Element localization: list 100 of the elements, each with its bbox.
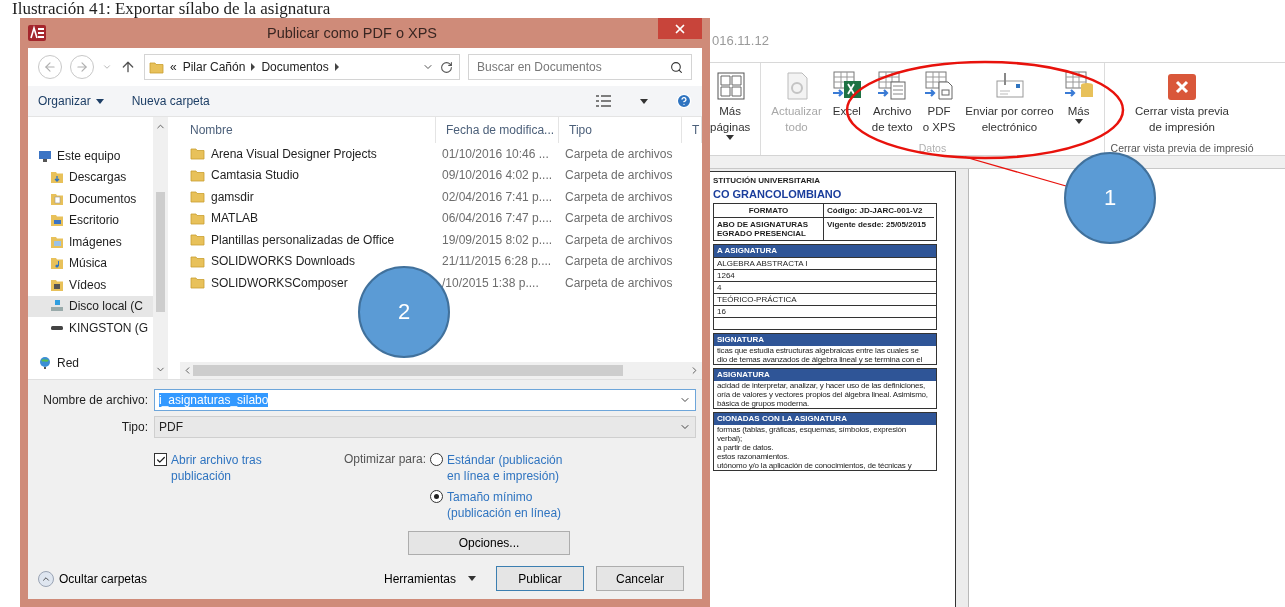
sidebar-item[interactable]: Documentos bbox=[28, 188, 153, 210]
scrollbar-thumb[interactable] bbox=[156, 192, 165, 312]
section-heading: SIGNATURA bbox=[714, 334, 936, 346]
table-cell: Código: JD-JARC-001-V2 bbox=[824, 204, 934, 218]
ribbon-button[interactable]: Cerrar vista previa de impresión bbox=[1131, 67, 1233, 142]
folder-icon bbox=[190, 211, 205, 225]
breadcrumb-item[interactable]: Documentos bbox=[261, 60, 329, 74]
file-name[interactable]: Arena Visual Designer Projects bbox=[190, 146, 377, 161]
table-cell-text: 02/04/2016 7:41 p.... bbox=[441, 189, 554, 204]
hide-folders-button[interactable]: Ocultar carpetas bbox=[34, 570, 148, 587]
file-name[interactable]: MATLAB bbox=[190, 211, 259, 226]
dialog-button[interactable]: Publicar bbox=[496, 566, 584, 591]
toolbar-button[interactable]: Organizar bbox=[38, 94, 104, 108]
dialog-title: Publicar como PDF o XPS bbox=[265, 25, 438, 41]
group-label: Cerrar vista previa de impresió bbox=[1110, 142, 1254, 155]
sidebar-item[interactable]: Música bbox=[28, 252, 153, 274]
app-logo-icon bbox=[28, 25, 46, 41]
forward-arrow-icon bbox=[75, 60, 89, 74]
file-name[interactable]: SOLIDWORKS Downloads bbox=[190, 254, 356, 269]
window-title: 016.11.12 bbox=[712, 32, 769, 48]
breadcrumb-separator: « bbox=[170, 60, 177, 74]
collapse-icon bbox=[38, 570, 54, 587]
email-attachment-icon bbox=[994, 71, 1025, 101]
section-heading: CIONADAS CON LA ASIGNATURA bbox=[714, 413, 936, 425]
breadcrumb-item[interactable]: Pilar Cañón bbox=[182, 60, 246, 74]
address-bar[interactable]: « Pilar Cañón Documentos bbox=[144, 54, 460, 80]
dropdown-icon[interactable] bbox=[102, 62, 112, 72]
sidebar-item[interactable]: Red bbox=[28, 352, 153, 374]
options-button[interactable]: Opciones... bbox=[408, 531, 570, 555]
globe-icon bbox=[38, 356, 52, 371]
table-cell-text: Carpeta de archivos bbox=[564, 232, 674, 247]
ribbon-button[interactable]: Más páginas bbox=[706, 67, 755, 142]
dialog-button[interactable]: Cancelar bbox=[596, 566, 684, 591]
text-export-icon bbox=[877, 71, 908, 101]
sidebar-item[interactable]: Imágenes bbox=[28, 231, 153, 253]
table-cell-text: Carpeta de archivos bbox=[564, 254, 674, 269]
table-cell-text: Vigente desde: 25/05/2015 bbox=[826, 219, 928, 231]
file-type-dropdown[interactable]: PDF bbox=[154, 416, 696, 438]
radio-button[interactable] bbox=[430, 453, 444, 466]
caret-icon[interactable] bbox=[1074, 119, 1083, 124]
table-cell-text: 06/04/2016 7:47 p.... bbox=[441, 211, 554, 226]
view-list-icon[interactable] bbox=[596, 95, 612, 107]
file-name[interactable]: Camtasia Studio bbox=[190, 168, 300, 183]
sidebar-item[interactable]: Descargas bbox=[28, 166, 153, 188]
document-text: STITUCIÓN UNIVERSITARIA bbox=[713, 176, 821, 185]
ribbon-button[interactable]: PDF o XPS bbox=[918, 67, 960, 142]
folder-icon bbox=[190, 147, 205, 161]
field-label: Nombre de archivo: bbox=[42, 393, 148, 407]
search-field[interactable]: Buscar en Documentos bbox=[468, 54, 692, 80]
folder-icon bbox=[50, 256, 64, 271]
caret-icon[interactable] bbox=[640, 98, 648, 104]
help-icon[interactable] bbox=[676, 93, 692, 109]
ribbon-button[interactable]: Archivo de texto bbox=[867, 67, 917, 142]
scrollbar-thumb[interactable] bbox=[193, 365, 623, 376]
folder-icon bbox=[190, 254, 205, 268]
table-cell-text: Carpeta de archivos bbox=[564, 146, 674, 161]
drive-icon bbox=[50, 324, 64, 331]
file-name[interactable]: Plantillas personalizadas de Office bbox=[190, 232, 395, 247]
folder-icon bbox=[190, 168, 205, 182]
sidebar-item[interactable]: Disco local (C bbox=[28, 295, 153, 317]
field-label: Optimizar para: bbox=[344, 452, 427, 468]
document-text: formas (tablas, gráficas, esquemas, símbolos, expresión verbal); bbox=[716, 425, 908, 443]
document-heading: CO GRANCOLOMBIANO bbox=[713, 188, 843, 200]
table-cell: 16 bbox=[714, 305, 936, 317]
chevron-icon bbox=[334, 63, 339, 71]
refresh-icon[interactable] bbox=[440, 60, 453, 74]
folder-icon bbox=[50, 277, 64, 292]
ribbon-button[interactable]: Más bbox=[1059, 67, 1098, 126]
table-cell-text: Carpeta de archivos bbox=[564, 168, 674, 183]
checkbox[interactable] bbox=[154, 453, 167, 466]
folder-icon bbox=[50, 213, 64, 228]
file-name[interactable]: gamsdir bbox=[190, 189, 254, 204]
column-header[interactable]: T bbox=[682, 117, 702, 143]
document-text: acidad de interpretar, analizar, y hacer uso de las definiciones, bbox=[716, 381, 927, 390]
folder-icon bbox=[149, 60, 164, 74]
document-text: a partir de datos. bbox=[716, 443, 775, 452]
caret-icon[interactable] bbox=[726, 135, 735, 140]
radio-button[interactable] bbox=[430, 490, 444, 503]
sidebar-item[interactable]: Escritorio bbox=[28, 209, 153, 231]
ribbon-button[interactable]: Enviar por correo electrónico bbox=[961, 67, 1058, 142]
sidebar-item[interactable]: Vídeos bbox=[28, 274, 153, 296]
column-header[interactable]: Tipo bbox=[559, 117, 682, 143]
table-cell: ABO DE ASIGNATURAS EGRADO PRESENCIAL bbox=[714, 218, 824, 240]
sidebar-item[interactable]: KINGSTON (G bbox=[28, 317, 153, 339]
document-text: ticas que estudia estructuras algebraicas entre las cuales se bbox=[716, 346, 920, 355]
folder-icon bbox=[190, 233, 205, 247]
table-cell-text: Carpeta de archivos bbox=[564, 275, 674, 290]
folder-icon bbox=[50, 170, 64, 185]
table-cell: 1264 bbox=[714, 269, 936, 281]
column-header[interactable]: Fecha de modifica... bbox=[436, 117, 559, 143]
table-cell-text: 21/11/2015 6:28 p.... bbox=[441, 254, 553, 269]
file-name[interactable]: SOLIDWORKSComposer bbox=[190, 275, 348, 290]
tools-menu-button[interactable]: Herramientas bbox=[375, 571, 484, 586]
table-cell: 4 bbox=[714, 281, 936, 293]
close-button[interactable] bbox=[658, 18, 702, 39]
table-cell: TEÓRICO-PRÁCTICA bbox=[714, 293, 936, 305]
sidebar-item[interactable]: Este equipo bbox=[28, 145, 153, 167]
toolbar-button[interactable]: Nueva carpeta bbox=[131, 94, 210, 108]
column-header[interactable]: Nombre bbox=[180, 117, 436, 143]
up-button[interactable] bbox=[120, 59, 136, 75]
